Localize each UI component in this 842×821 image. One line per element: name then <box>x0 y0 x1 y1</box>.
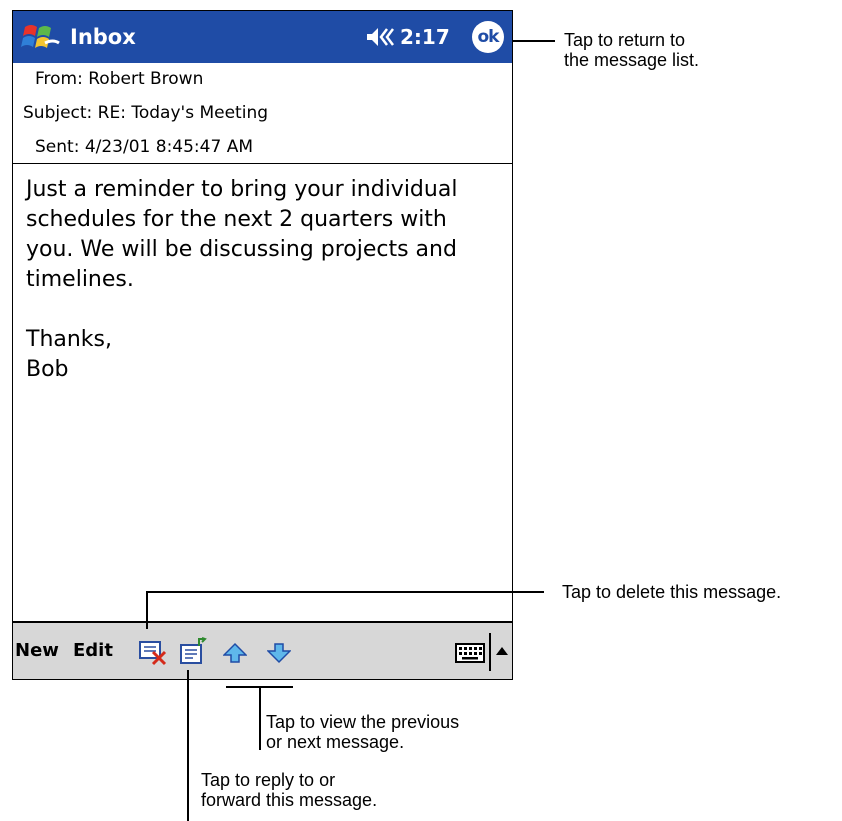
callout-nav: Tap to view the previous or next message… <box>266 712 459 752</box>
message-body[interactable]: Just a reminder to bring your individual… <box>26 175 506 385</box>
windows-flag-icon[interactable] <box>15 13 63 61</box>
new-menu[interactable]: New <box>15 623 59 679</box>
ok-button[interactable]: ok <box>472 21 504 53</box>
callout-ok-line1: Tap to return to <box>564 30 686 50</box>
callout-nav-line1: Tap to view the previous <box>266 712 460 732</box>
command-bar: New Edit <box>13 621 512 679</box>
delete-message-icon[interactable] <box>139 640 167 666</box>
signature: Bob <box>26 357 69 382</box>
callout-ok-line2: the message list. <box>564 50 700 70</box>
callout-line-delete-v <box>146 591 148 629</box>
subject-field: Subject: RE: Today's Meeting <box>23 103 269 123</box>
down-arrow-icon[interactable] <box>267 642 291 664</box>
speaker-icon[interactable] <box>365 25 395 49</box>
up-arrow-icon[interactable] <box>223 642 247 664</box>
body-line: timelines. <box>26 267 134 292</box>
callout-reply-line2: forward this message. <box>201 790 378 810</box>
callout-line-nav-v <box>259 686 261 750</box>
callout-line-ok <box>513 40 555 42</box>
from-field: From: Robert Brown <box>35 69 204 89</box>
clock[interactable]: 2:17 <box>400 11 450 63</box>
app-title: Inbox <box>70 25 136 49</box>
body-line: schedules for the next 2 quarters with <box>26 207 447 232</box>
closing: Thanks, <box>26 327 113 352</box>
edit-menu[interactable]: Edit <box>73 623 113 679</box>
reply-forward-icon[interactable] <box>179 637 209 665</box>
input-panel-arrow-icon[interactable] <box>495 645 509 657</box>
body-line: you. We will be discussing projects and <box>26 237 457 262</box>
callout-ok: Tap to return to the message list. <box>564 30 699 70</box>
callout-line-delete-h <box>146 591 544 593</box>
callout-delete: Tap to delete this message. <box>562 582 782 602</box>
keyboard-icon[interactable] <box>455 643 485 663</box>
toolbar-divider <box>489 633 491 671</box>
callout-reply: Tap to reply to or forward this message. <box>201 770 377 810</box>
title-bar: Inbox 2:17 ok <box>13 11 512 63</box>
pocketpc-screen: Inbox 2:17 ok From: Robert Brown Subject… <box>12 10 513 680</box>
callout-reply-line1: Tap to reply to or <box>201 770 336 790</box>
callout-line-reply-v <box>187 670 189 821</box>
header-divider <box>13 163 512 164</box>
sent-field: Sent: 4/23/01 8:45:47 AM <box>35 137 253 157</box>
callout-nav-line2: or next message. <box>266 732 405 752</box>
body-line: Just a reminder to bring your individual <box>26 177 458 202</box>
